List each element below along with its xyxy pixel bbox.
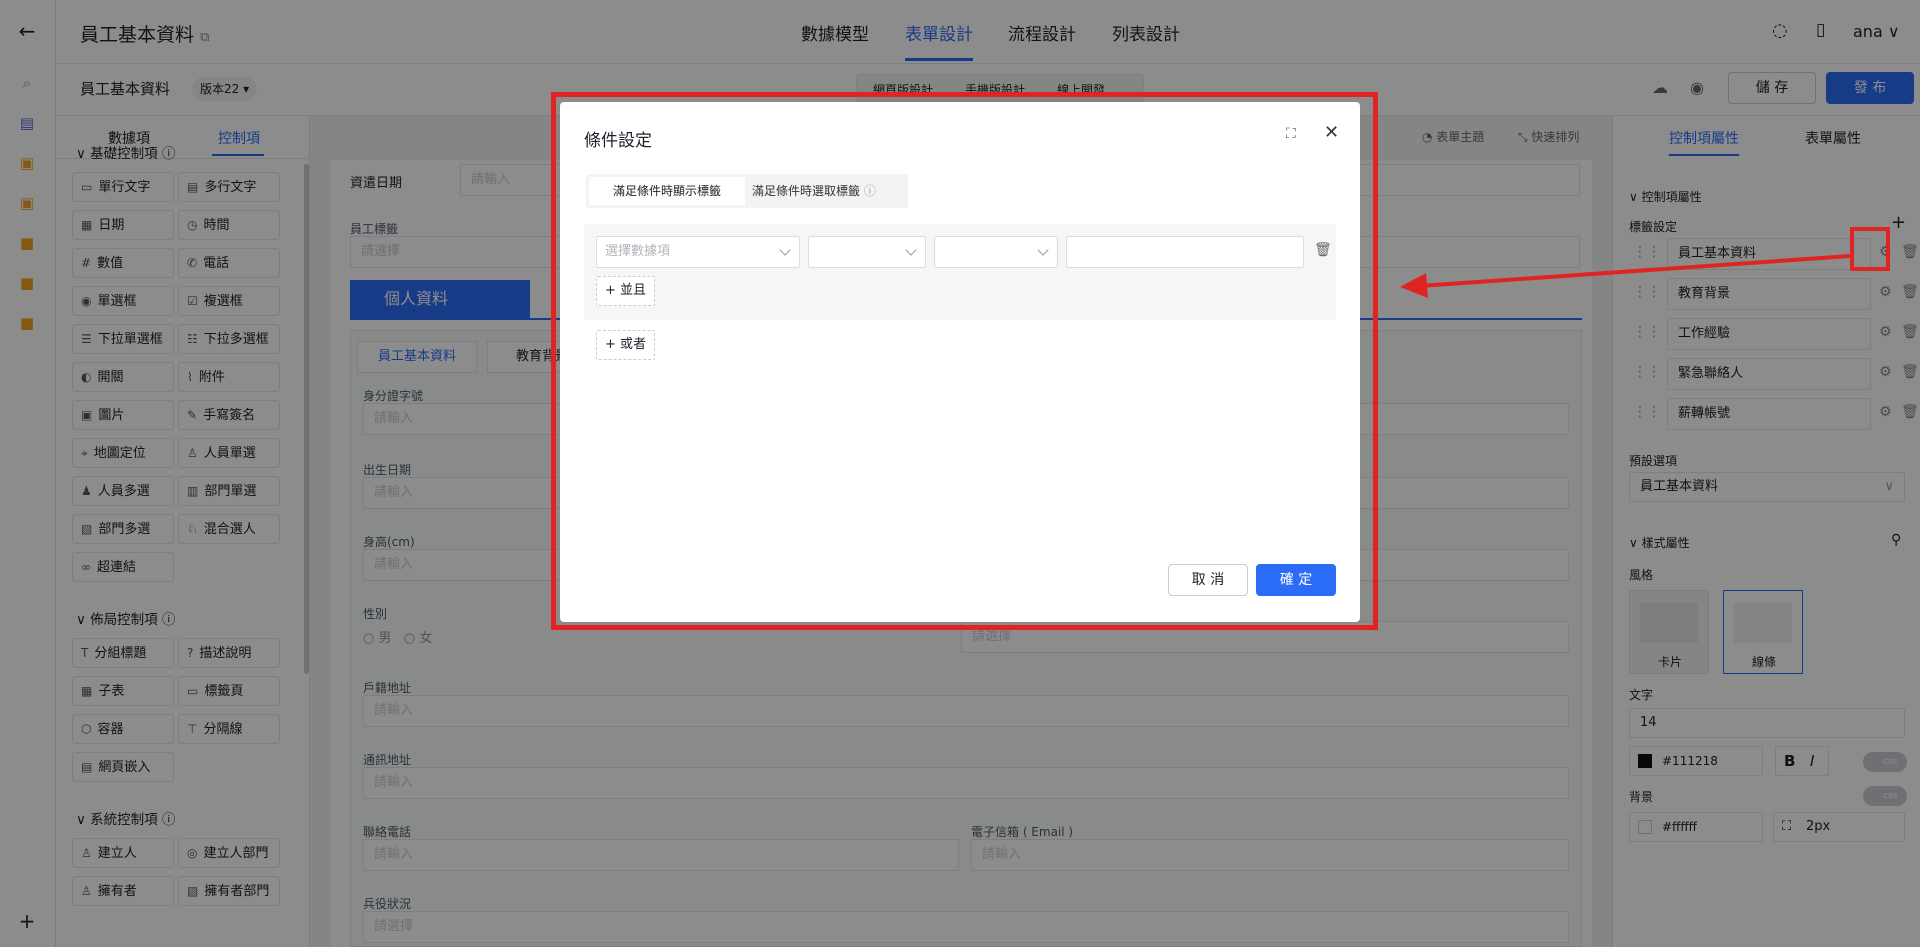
annotation-arrow	[1400, 254, 1851, 298]
arrow-line	[1419, 254, 1851, 288]
arrow-head	[1400, 273, 1428, 298]
